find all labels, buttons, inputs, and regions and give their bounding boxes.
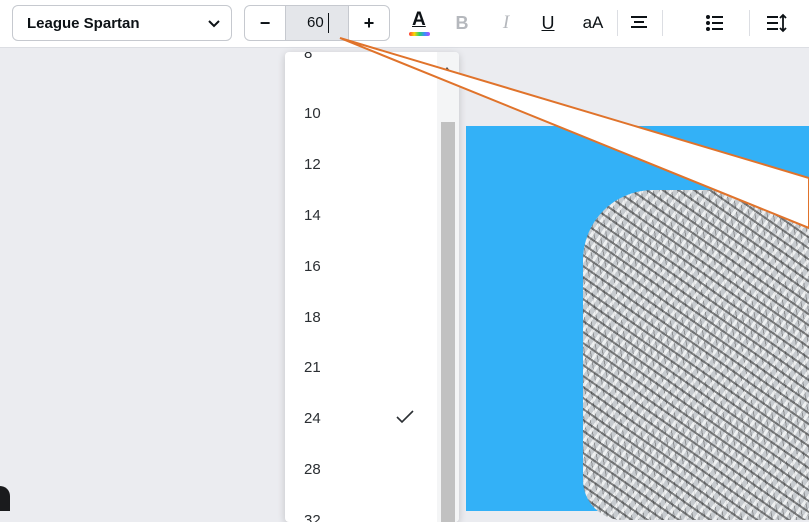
font-size-option[interactable]: 10 [285,88,435,138]
list-button[interactable] [700,6,730,40]
font-size-option[interactable]: 14 [285,190,435,240]
font-size-option-label: 21 [304,359,321,376]
toolbar-divider [662,10,663,36]
toolbar-divider [749,10,750,36]
text-color-icon: A [408,9,430,37]
font-size-option-label: 28 [304,461,321,478]
font-size-option-label: 24 [304,410,321,427]
line-spacing-icon [767,13,787,33]
snowy-tree-photo[interactable] [583,190,809,520]
text-color-letter: A [412,9,426,30]
font-size-option-label: 10 [304,105,321,122]
font-size-option[interactable]: 16 [285,241,435,291]
underline-icon: U [541,12,555,33]
bold-icon: B [455,12,469,33]
decrease-font-size-button[interactable]: − [245,6,285,40]
font-size-option-label: 8 [304,52,313,62]
letter-case-icon: aA [582,13,604,32]
font-size-stepper: − 60 + [244,5,390,41]
font-size-option-selected[interactable]: 24 [285,393,435,443]
font-size-option-label: 12 [304,156,321,173]
font-size-option[interactable]: 8 [285,52,435,78]
toolbar-divider [617,10,618,36]
spacing-button[interactable] [762,6,792,40]
font-size-input[interactable]: 60 [285,6,349,40]
font-family-label: League Spartan [27,15,140,32]
font-size-value: 60 [307,14,324,31]
text-caret [328,13,329,33]
font-size-option-label: 18 [304,309,321,326]
font-size-option[interactable]: 21 [285,342,435,392]
font-size-option-label: 32 [304,512,321,522]
bold-button[interactable]: B [450,6,474,40]
text-color-button[interactable]: A [402,6,436,40]
font-family-select[interactable]: League Spartan [12,5,232,41]
font-size-option-label: 16 [304,258,321,275]
font-size-option[interactable]: 12 [285,139,435,189]
checkmark-icon [395,409,415,430]
text-toolbar: League Spartan − 60 + A B I U aA [0,0,809,48]
underline-button[interactable]: U [536,6,560,40]
font-size-option[interactable]: 32 [285,495,435,522]
text-align-button[interactable] [624,6,654,40]
increase-font-size-button[interactable]: + [349,6,389,40]
color-spectrum-bar [409,32,430,36]
font-size-option-label: 14 [304,207,321,224]
italic-icon: I [502,12,510,33]
font-size-option[interactable]: 18 [285,292,435,342]
font-size-dropdown: 8 10 12 14 16 18 21 24 28 32 [285,52,459,522]
scrollbar-thumb[interactable] [441,122,455,522]
bullet-list-icon [706,15,723,31]
font-size-option[interactable]: 28 [285,444,435,494]
sidebar-edge [0,486,10,511]
scroll-up-arrow-icon[interactable] [442,60,452,78]
chevron-down-icon [207,16,221,35]
align-center-icon [631,16,647,28]
italic-button[interactable]: I [494,6,518,40]
letter-case-button[interactable]: aA [576,6,610,40]
